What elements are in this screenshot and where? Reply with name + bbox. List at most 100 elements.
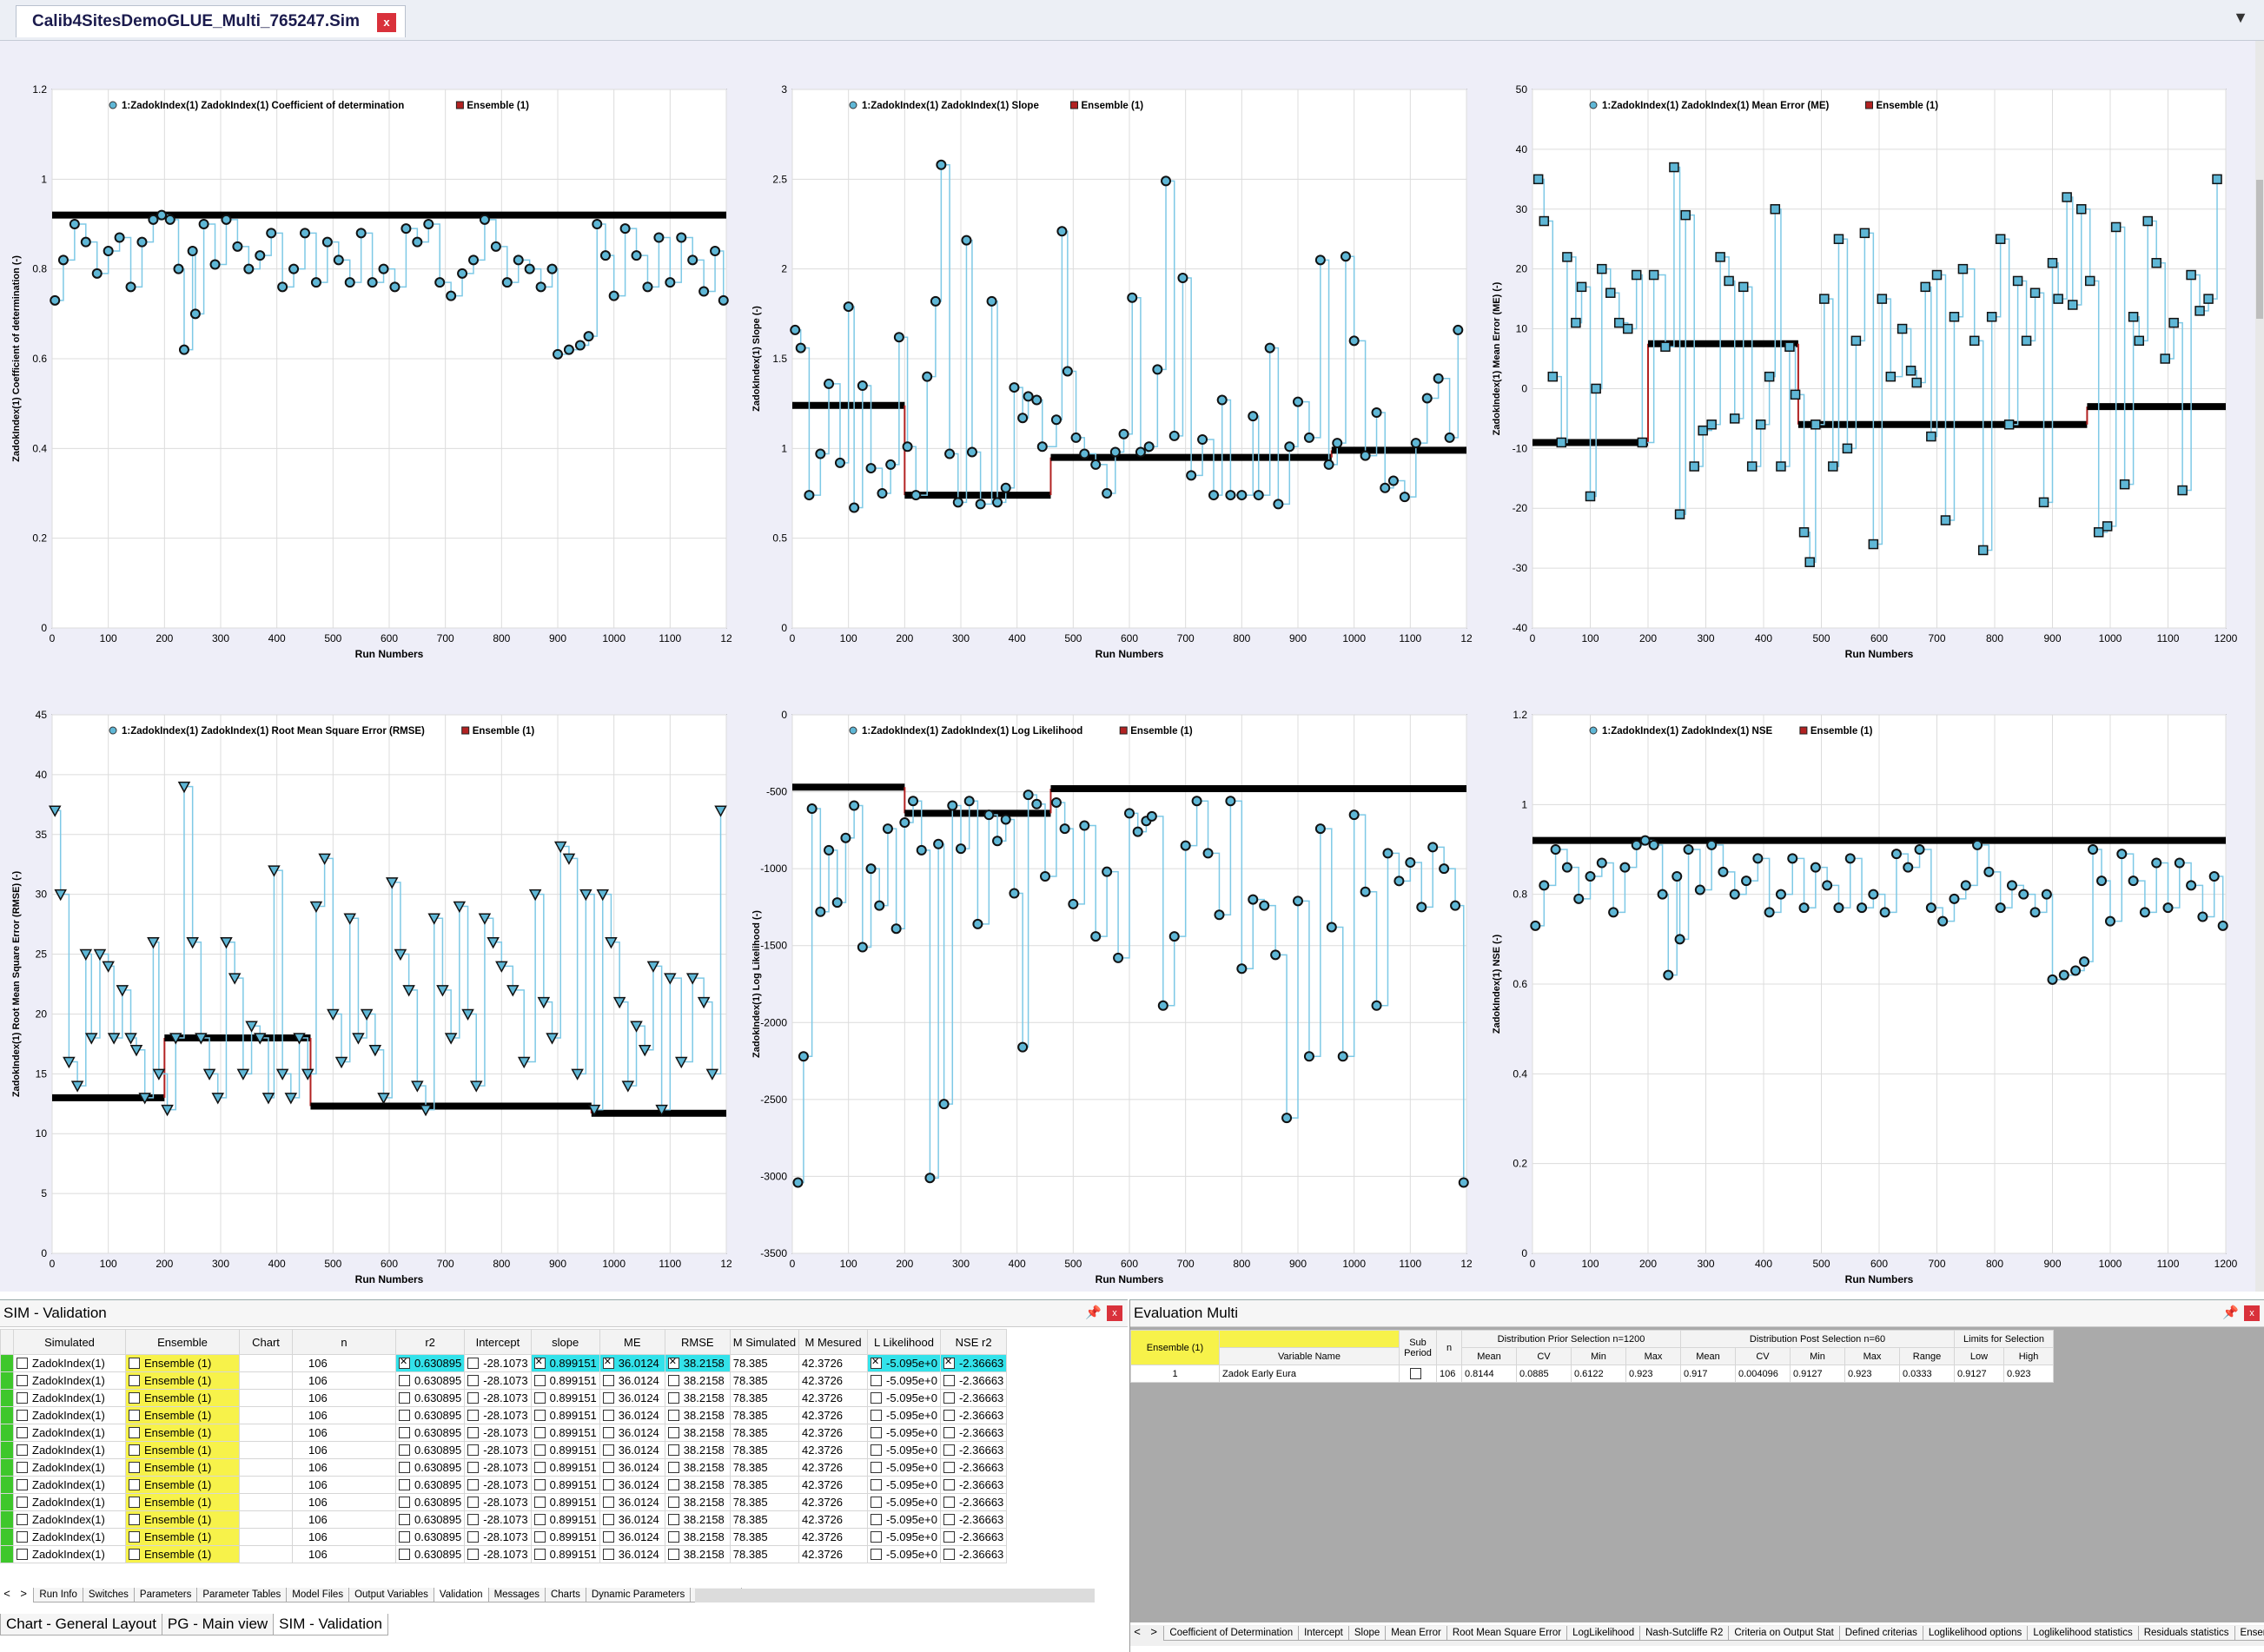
data-point[interactable] bbox=[1960, 880, 1971, 891]
data-point[interactable] bbox=[938, 1099, 950, 1110]
data-point[interactable] bbox=[1059, 823, 1070, 835]
pin-icon[interactable]: 📌 bbox=[1085, 1300, 1102, 1326]
data-point[interactable] bbox=[2208, 871, 2220, 882]
data-point[interactable] bbox=[1730, 413, 1740, 424]
checkbox[interactable] bbox=[871, 1375, 883, 1386]
checkbox[interactable] bbox=[129, 1427, 140, 1438]
checkbox[interactable] bbox=[129, 1375, 140, 1386]
table-row[interactable]: ZadokIndex(1)Ensemble (1) 1060.630895-28.… bbox=[0, 1354, 1008, 1372]
data-point[interactable] bbox=[1248, 411, 1259, 422]
data-point[interactable] bbox=[1264, 342, 1275, 354]
col-nse-r2[interactable]: NSE r2 bbox=[939, 1329, 1008, 1355]
checkbox[interactable] bbox=[871, 1427, 883, 1438]
data-point[interactable] bbox=[1694, 884, 1705, 895]
data-point[interactable] bbox=[1017, 413, 1029, 424]
tab-switches[interactable]: Switches bbox=[82, 1588, 135, 1602]
data-point[interactable] bbox=[986, 295, 997, 307]
nse-r2-cell[interactable]: -2.36663 bbox=[939, 1510, 1008, 1529]
ensemble-cell[interactable]: Ensemble (1) bbox=[125, 1493, 240, 1511]
sub-period-checkbox[interactable] bbox=[1410, 1367, 1421, 1379]
data-point[interactable] bbox=[1248, 894, 1259, 905]
data-point[interactable] bbox=[1079, 820, 1090, 831]
data-point[interactable] bbox=[1822, 880, 1833, 891]
intercept-cell[interactable]: -28.1073 bbox=[464, 1528, 532, 1546]
l-likelihood-cell[interactable]: -5.095e+0 bbox=[867, 1441, 941, 1459]
data-point[interactable] bbox=[1585, 871, 1596, 882]
data-point[interactable] bbox=[1293, 895, 1303, 907]
data-point[interactable] bbox=[992, 836, 1003, 847]
data-point[interactable] bbox=[1070, 432, 1082, 443]
chart-cell[interactable] bbox=[239, 1458, 293, 1477]
checkbox[interactable] bbox=[467, 1375, 480, 1386]
window-tab-chart-general-layout[interactable]: Chart - General Layout bbox=[0, 1614, 162, 1635]
data-point[interactable] bbox=[1706, 420, 1717, 430]
data-point[interactable] bbox=[479, 214, 490, 225]
data-point[interactable] bbox=[795, 342, 806, 354]
data-point[interactable] bbox=[2174, 857, 2185, 869]
col-n[interactable]: n bbox=[292, 1329, 396, 1355]
data-point[interactable] bbox=[69, 219, 80, 229]
data-point[interactable] bbox=[1622, 323, 1633, 334]
data-point[interactable] bbox=[849, 502, 860, 513]
data-point[interactable] bbox=[574, 340, 586, 351]
data-point[interactable] bbox=[2186, 880, 2197, 891]
data-point[interactable] bbox=[1897, 323, 1908, 334]
col-intercept[interactable]: Intercept bbox=[464, 1329, 532, 1355]
data-point[interactable] bbox=[1533, 174, 1544, 185]
data-point[interactable] bbox=[1062, 366, 1073, 377]
data-point[interactable] bbox=[893, 332, 904, 343]
data-point[interactable] bbox=[1637, 437, 1648, 448]
tabs-prev-button[interactable]: < bbox=[0, 1587, 14, 1600]
eval-tab-loglikelihood-options[interactable]: Loglikelihood options bbox=[1922, 1626, 2029, 1641]
data-point[interactable] bbox=[1752, 853, 1764, 864]
data-point[interactable] bbox=[840, 832, 851, 843]
data-point[interactable] bbox=[198, 219, 209, 229]
data-point[interactable] bbox=[2047, 974, 2058, 985]
data-point[interactable] bbox=[1828, 461, 1838, 472]
data-point[interactable] bbox=[1009, 382, 1020, 393]
data-point[interactable] bbox=[173, 263, 184, 274]
checkbox[interactable] bbox=[943, 1392, 955, 1404]
data-point[interactable] bbox=[57, 254, 69, 266]
eval-tab-ensembles-split[interactable]: Ensembles - Split bbox=[2234, 1626, 2264, 1641]
data-point[interactable] bbox=[1672, 871, 1683, 882]
checkbox[interactable] bbox=[943, 1427, 955, 1438]
tab-parameters[interactable]: Parameters bbox=[133, 1588, 198, 1602]
data-point[interactable] bbox=[513, 254, 524, 266]
me-cell[interactable]: 36.0124 bbox=[599, 1371, 665, 1390]
col-l-likelihood[interactable]: L Likelihood bbox=[867, 1329, 941, 1355]
data-point[interactable] bbox=[1303, 1051, 1314, 1062]
data-point[interactable] bbox=[1764, 371, 1775, 382]
data-point[interactable] bbox=[2068, 300, 2078, 310]
data-point[interactable] bbox=[1348, 809, 1360, 821]
data-point[interactable] bbox=[1068, 898, 1079, 909]
checkbox[interactable] bbox=[533, 1531, 546, 1543]
data-point[interactable] bbox=[2162, 902, 2174, 914]
checkbox[interactable] bbox=[871, 1514, 883, 1525]
data-point[interactable] bbox=[1124, 808, 1135, 819]
charts-vertical-scrollbar[interactable] bbox=[2255, 41, 2264, 1292]
checkbox[interactable] bbox=[667, 1392, 679, 1404]
me-cell[interactable]: 36.0124 bbox=[599, 1476, 665, 1494]
data-point[interactable] bbox=[255, 250, 266, 261]
data-point[interactable] bbox=[930, 295, 941, 307]
data-point[interactable] bbox=[1689, 461, 1699, 472]
data-point[interactable] bbox=[1458, 1177, 1469, 1188]
checkbox[interactable] bbox=[17, 1375, 28, 1386]
intercept-cell[interactable]: -28.1073 bbox=[464, 1441, 532, 1459]
checkbox[interactable] bbox=[871, 1410, 883, 1421]
data-point[interactable] bbox=[1879, 907, 1890, 918]
data-point[interactable] bbox=[1811, 420, 1821, 430]
data-point[interactable] bbox=[1631, 269, 1642, 281]
data-point[interactable] bbox=[178, 344, 189, 355]
data-point[interactable] bbox=[1000, 482, 1011, 493]
data-point[interactable] bbox=[1969, 335, 1980, 347]
checkbox[interactable] bbox=[467, 1358, 480, 1369]
r2-cell[interactable]: 0.630895 bbox=[394, 1476, 466, 1494]
data-point[interactable] bbox=[1031, 394, 1043, 406]
data-point[interactable] bbox=[1323, 459, 1334, 470]
me-cell[interactable]: 36.0124 bbox=[599, 1441, 665, 1459]
data-point[interactable] bbox=[1669, 162, 1679, 173]
checkbox[interactable] bbox=[17, 1410, 28, 1421]
me-cell[interactable]: 36.0124 bbox=[599, 1458, 665, 1477]
